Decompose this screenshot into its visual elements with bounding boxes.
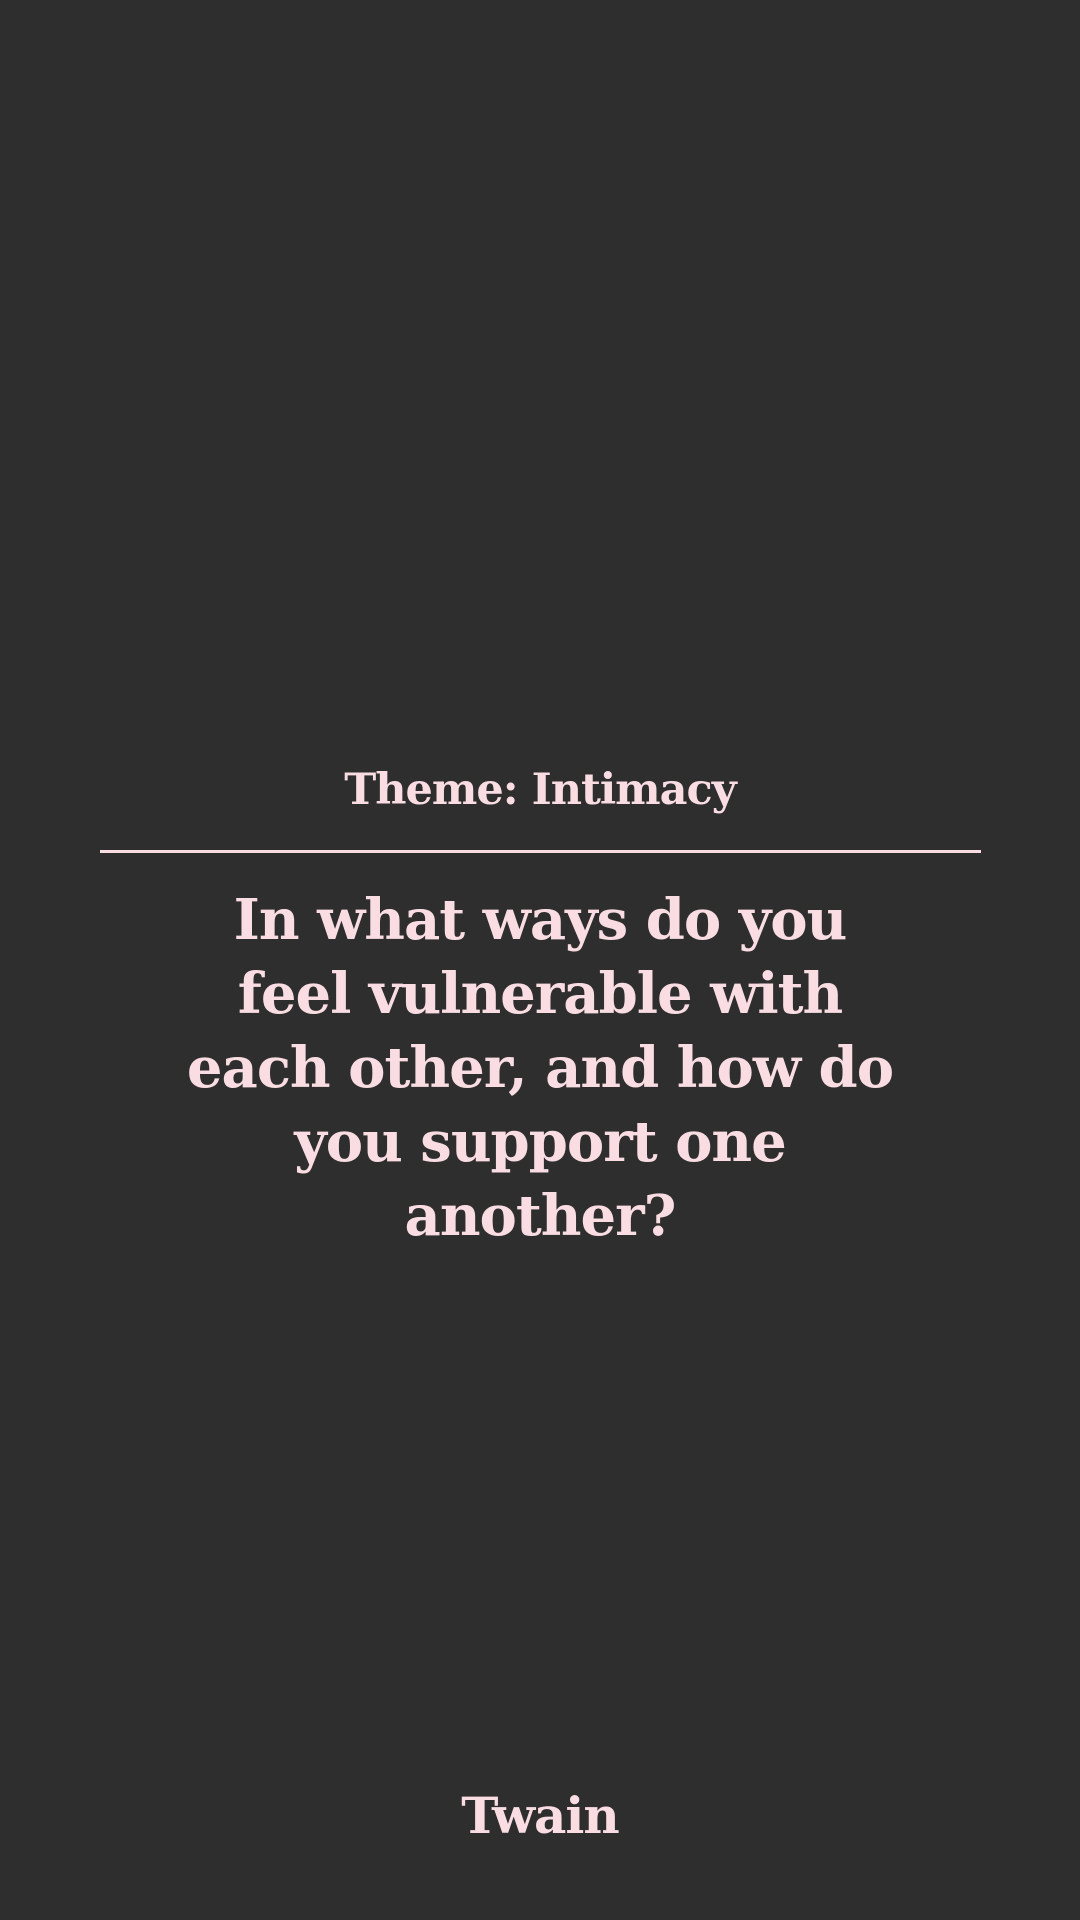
question-card-screen: Theme: Intimacy In what ways do you feel… xyxy=(0,0,1080,1920)
question-text: In what ways do you feel vulnerable with… xyxy=(186,887,894,1249)
divider-line xyxy=(100,850,981,853)
brand-logo-text: Twain xyxy=(461,1786,620,1845)
theme-label: Theme: Intimacy xyxy=(344,765,736,815)
